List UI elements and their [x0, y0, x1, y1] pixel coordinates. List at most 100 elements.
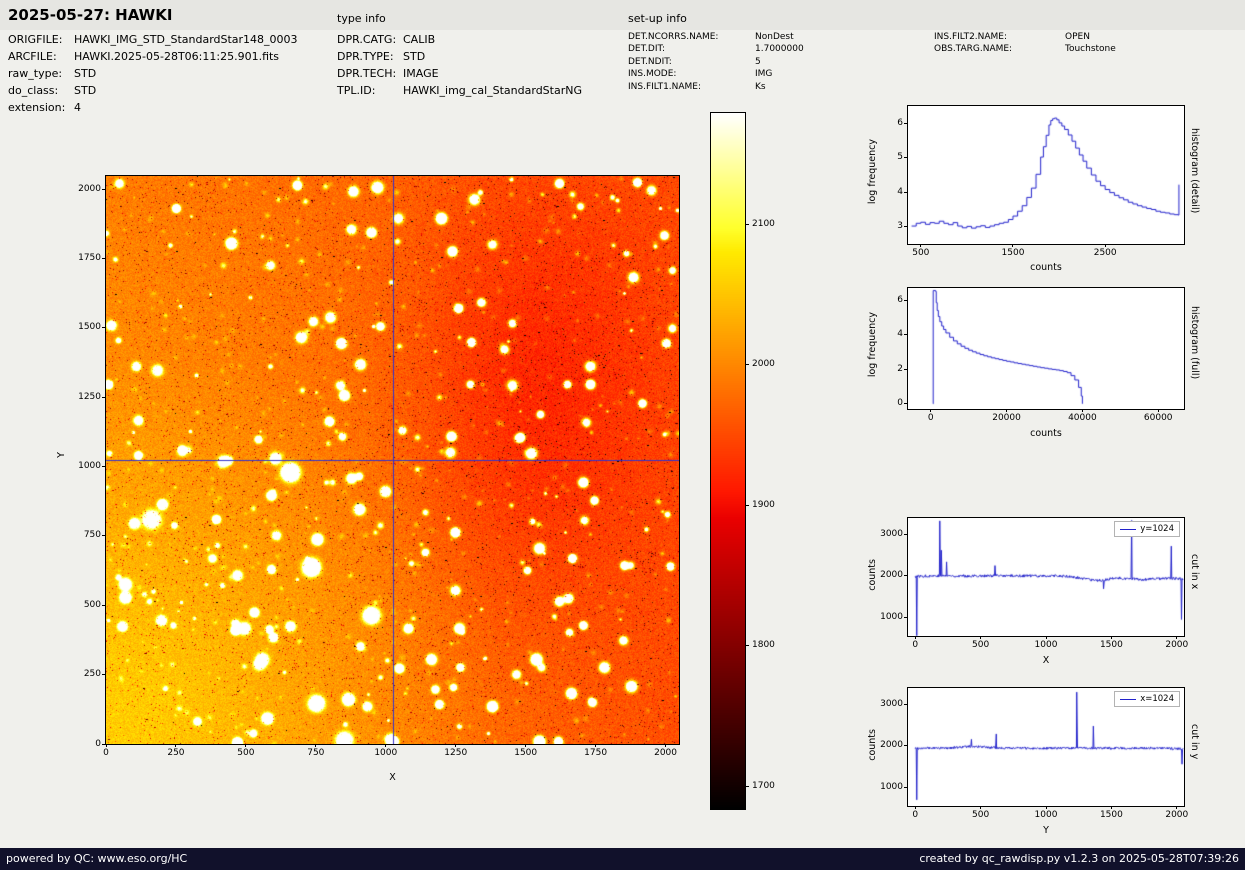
y-tick-mark: [904, 745, 908, 747]
footer-left-text: powered by QC: www.eso.org/HC: [6, 852, 188, 865]
meta-value: OPEN: [1065, 32, 1090, 42]
x-tick-mark: [1104, 244, 1106, 247]
y-tick-label: 4: [897, 329, 903, 340]
x-tick-mark: [914, 636, 916, 639]
y-tick-label: 3000: [880, 699, 903, 710]
x-tick-label: 0: [927, 413, 934, 423]
colorbar-tick-mark: [745, 504, 749, 506]
y-tick-mark: [904, 704, 908, 706]
x-tick-mark: [1012, 244, 1014, 247]
y-axis-label: Y: [56, 452, 67, 458]
file-info-block: ORIGFILE: HAWKI_IMG_STD_StandardStar148_0…: [8, 31, 298, 116]
header-strip: [0, 0, 1245, 30]
x-tick-mark: [525, 744, 527, 747]
meta-value: 5: [755, 56, 761, 67]
x-tick-label: 0: [103, 748, 109, 758]
x-tick-label: 500: [972, 640, 990, 650]
y-tick-label: 6: [897, 294, 903, 305]
y-tick-mark: [904, 368, 908, 370]
y-tick-mark: [904, 157, 908, 159]
y-tick-label: 3000: [880, 529, 903, 540]
meta-row: do_class: STD: [8, 82, 298, 99]
y-tick-mark: [102, 327, 106, 329]
meta-value: Touchstone: [1065, 44, 1116, 55]
type-info-block: DPR.CATG: CALIB DPR.TYPE: STD DPR.TECH: IMA…: [337, 31, 582, 99]
plot-right-label: cut in y: [1189, 724, 1200, 760]
colorbar-tick-label: 1700: [752, 781, 775, 791]
y-tick-label: 0: [897, 398, 903, 409]
x-tick-mark: [315, 744, 317, 747]
x-tick-mark: [1176, 636, 1178, 639]
meta-row: ORIGFILE: HAWKI_IMG_STD_StandardStar148_0…: [8, 31, 298, 48]
meta-value: 4: [74, 101, 81, 114]
x-tick-label: 500: [912, 248, 930, 258]
meta-label: DET.NCORRS.NAME:: [628, 32, 719, 42]
x-tick-label: 60000: [1143, 413, 1173, 423]
y-tick-mark: [102, 188, 106, 190]
x-tick-label: 2500: [1093, 248, 1117, 258]
y-axis-label: log frequency: [867, 139, 878, 205]
x-tick-label: 500: [237, 748, 255, 758]
meta-label: INS.FILT1.NAME:: [628, 81, 702, 92]
y-tick-mark: [904, 334, 908, 336]
meta-label: DET.DIT:: [628, 44, 666, 55]
type-info-heading: type info: [337, 12, 386, 25]
x-tick-label: 1750: [584, 748, 608, 758]
x-tick-mark: [595, 744, 597, 747]
meta-value: HAWKI.2025-05-28T06:11:25.901.fits: [74, 50, 280, 63]
x-tick-label: 1500: [1001, 248, 1025, 258]
x-axis-label: counts: [1030, 428, 1062, 439]
y-tick-mark: [904, 534, 908, 536]
meta-value: STD: [74, 84, 97, 97]
x-tick-label: 1500: [514, 748, 538, 758]
y-tick-label: 2000: [880, 740, 903, 751]
meta-value: NonDest: [755, 32, 794, 42]
meta-row: ARCFILE: HAWKI.2025-05-28T06:11:25.901.fi…: [8, 48, 298, 65]
y-tick-label: 1000: [78, 461, 101, 472]
x-tick-mark: [665, 744, 667, 747]
meta-row: extension: 4: [8, 99, 298, 116]
legend: y=1024: [1114, 521, 1180, 537]
y-tick-label: 0: [95, 738, 101, 749]
y-tick-label: 500: [83, 599, 101, 610]
meta-value: HAWKI_IMG_STD_StandardStar148_0003: [74, 33, 298, 46]
x-tick-label: 2000: [654, 748, 678, 758]
raw-image-canvas: [106, 176, 679, 744]
meta-row: OBS.TARG.NAME: Touchstone: [934, 43, 1116, 55]
x-tick-label: 2000: [1165, 640, 1189, 650]
y-tick-mark: [904, 226, 908, 228]
x-tick-mark: [930, 409, 932, 412]
x-tick-mark: [455, 744, 457, 747]
legend: x=1024: [1114, 691, 1180, 707]
x-axis-label: X: [1042, 655, 1050, 666]
y-tick-mark: [904, 299, 908, 301]
y-tick-label: 1000: [880, 781, 903, 792]
x-tick-mark: [914, 806, 916, 809]
meta-label: ORIGFILE:: [8, 33, 63, 46]
legend-label: y=1024: [1140, 524, 1174, 534]
y-tick-label: 5: [897, 152, 903, 163]
y-tick-label: 1750: [78, 253, 101, 264]
legend-line-sample: [1120, 698, 1137, 700]
cut-in-x-plot: y=1024 0 500 1000 1500 2000 1000 2000 3000: [880, 517, 1188, 650]
x-tick-mark: [175, 744, 177, 747]
meta-value: IMG: [755, 69, 773, 80]
x-axis-label: Y: [1043, 825, 1049, 836]
y-tick-mark: [904, 403, 908, 405]
y-tick-label: 4: [897, 186, 903, 197]
qc-report-page: 2025-05-27: HAWKI type info set-up info …: [0, 0, 1245, 870]
setup-info-heading: set-up info: [628, 12, 687, 25]
x-tick-label: 2000: [1165, 810, 1189, 820]
x-tick-label: 1250: [444, 748, 468, 758]
x-tick-label: 20000: [992, 413, 1021, 423]
x-axis-label: X: [389, 772, 396, 783]
x-tick-mark: [385, 744, 387, 747]
meta-label: ARCFILE:: [8, 50, 57, 63]
meta-row: DPR.TECH: IMAGE: [337, 65, 582, 82]
x-tick-mark: [245, 744, 247, 747]
y-tick-mark: [102, 604, 106, 606]
y-tick-mark: [904, 191, 908, 193]
cut-in-y-plot: x=1024 0 500 1000 1500 2000 1000 2000 3000: [880, 687, 1188, 820]
colorbar-tick-label: 2100: [752, 218, 775, 229]
x-tick-label: 40000: [1068, 413, 1097, 423]
